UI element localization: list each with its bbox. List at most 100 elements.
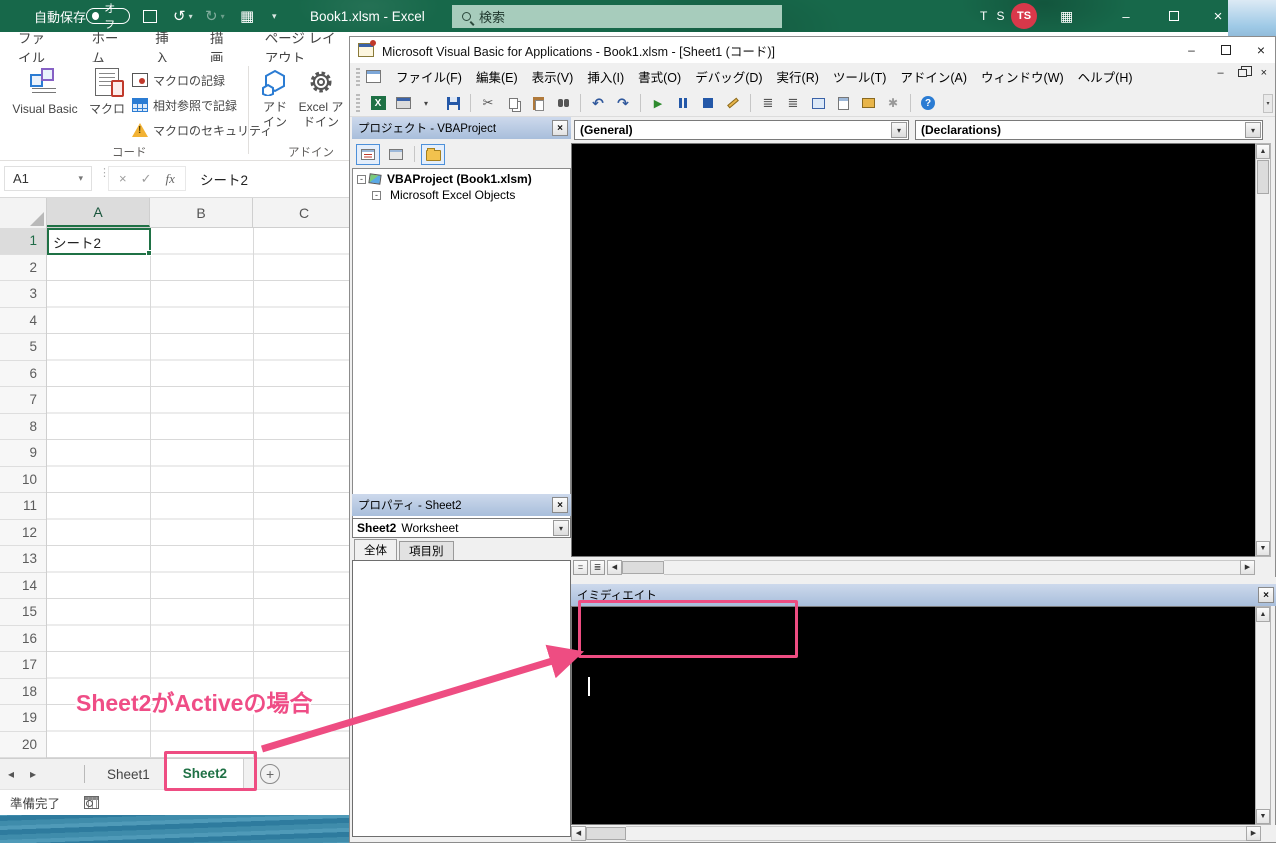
menu-挿入(I)[interactable]: 挿入(I)	[580, 64, 631, 89]
enter-icon[interactable]: ✓	[141, 171, 152, 187]
scroll-left-icon[interactable]: ◀	[571, 825, 586, 841]
scroll-thumb[interactable]	[586, 826, 626, 840]
row-header-4[interactable]: 4	[0, 308, 46, 334]
cancel-icon[interactable]: ×	[119, 171, 127, 186]
indent-icon[interactable]: ≣	[757, 93, 779, 114]
grid-cells[interactable]	[47, 228, 360, 758]
child-minimize-button[interactable]: –	[1217, 67, 1223, 79]
addins-button[interactable]: アド イン	[256, 68, 294, 130]
scroll-left-icon[interactable]: ◀	[607, 559, 622, 575]
row-header-13[interactable]: 13	[0, 546, 46, 573]
collapse-icon[interactable]: -	[372, 190, 381, 200]
scroll-thumb[interactable]	[1257, 160, 1269, 194]
code-window-icon[interactable]	[366, 70, 381, 83]
ribbon-tab-描画[interactable]: 描画	[192, 31, 247, 66]
immediate-window-header[interactable]: イミディエイト ×	[571, 584, 1276, 606]
scroll-up-icon[interactable]: ▲	[1256, 144, 1270, 159]
row-header-6[interactable]: 6	[0, 361, 46, 387]
immediate-window[interactable]	[571, 606, 1255, 825]
view-code-button[interactable]	[356, 143, 380, 165]
toolbar-options-button[interactable]: ▾	[1263, 94, 1273, 113]
ribbon-tab-ホーム[interactable]: ホーム	[73, 31, 137, 66]
scroll-down-icon[interactable]: ▼	[1256, 809, 1270, 824]
sheet-tab-Sheet1[interactable]: Sheet1	[91, 759, 166, 790]
tab-categorized[interactable]: 項目別	[399, 541, 454, 560]
menu-編集(E)[interactable]: 編集(E)	[469, 64, 525, 89]
code-editor[interactable]	[571, 143, 1255, 557]
reset-icon[interactable]	[697, 93, 719, 114]
insert-userform-icon[interactable]	[392, 93, 414, 114]
toolbar-grip[interactable]	[356, 94, 360, 112]
tree-item-VBAProject (Book1.xlsm)[interactable]: - VBAProject (Book1.xlsm)	[353, 171, 570, 187]
visual-basic-button[interactable]: Visual Basic	[8, 68, 82, 116]
vba-close-button[interactable]: ×	[1257, 42, 1265, 58]
help-icon[interactable]: ?	[917, 93, 939, 114]
chevron-down-icon[interactable]: ▾	[553, 520, 569, 536]
relative-references-button[interactable]: 相対参照で記録	[132, 95, 237, 115]
scroll-right-icon[interactable]: ▶	[1240, 559, 1255, 575]
procedure-view-button[interactable]: =	[573, 559, 588, 575]
macros-button[interactable]: マクロ	[86, 68, 128, 117]
ribbon-tab-ページ レイアウト[interactable]: ページ レイアウト	[247, 31, 360, 66]
select-all-corner[interactable]	[0, 198, 47, 228]
immediate-vertical-scrollbar[interactable]: ▲ ▼	[1255, 606, 1271, 825]
scroll-track[interactable]	[664, 559, 1240, 575]
search-box[interactable]: 検索	[452, 5, 782, 28]
maximize-button[interactable]	[1152, 0, 1196, 32]
tab-alphabetic[interactable]: 全体	[354, 539, 397, 560]
menu-書式(O)[interactable]: 書式(O)	[631, 64, 688, 89]
record-macro-button[interactable]: マクロの記録	[132, 70, 225, 90]
row-header-1[interactable]: 1	[0, 228, 46, 255]
avatar[interactable]: TS	[1011, 3, 1037, 29]
properties-object-selector[interactable]: Sheet2 Worksheet ▾	[352, 518, 571, 538]
properties-close-button[interactable]: ×	[552, 497, 568, 513]
code-vertical-scrollbar[interactable]: ▲ ▼	[1255, 143, 1271, 557]
save-button[interactable]	[143, 10, 157, 23]
row-header-10[interactable]: 10	[0, 467, 46, 493]
save-icon[interactable]	[442, 93, 464, 114]
child-close-button[interactable]: ×	[1261, 67, 1267, 79]
undo-icon[interactable]: ↶	[587, 93, 609, 114]
menu-ヘルプ(H)[interactable]: ヘルプ(H)	[1071, 64, 1140, 89]
project-close-button[interactable]: ×	[552, 120, 568, 136]
row-header-8[interactable]: 8	[0, 414, 46, 440]
macro-record-status-icon[interactable]	[84, 796, 100, 809]
quick-access-display-button[interactable]: ▦	[240, 0, 254, 32]
vba-minimize-button[interactable]: –	[1188, 43, 1195, 57]
scroll-track[interactable]	[626, 825, 1246, 841]
excel-addins-button[interactable]: Excel アドイン	[298, 68, 344, 130]
immediate-horizontal-scrollbar[interactable]: ◀ ▶	[571, 825, 1261, 841]
scroll-up-icon[interactable]: ▲	[1256, 607, 1270, 622]
child-restore-button[interactable]	[1237, 66, 1252, 77]
minimize-button[interactable]: –	[1104, 0, 1148, 32]
find-icon[interactable]	[552, 93, 574, 114]
properties-window-icon[interactable]	[832, 93, 854, 114]
row-header-7[interactable]: 7	[0, 387, 46, 414]
close-button[interactable]: ×	[1196, 0, 1240, 32]
redo-icon[interactable]: ↷	[612, 93, 634, 114]
full-module-view-button[interactable]: ≣	[590, 559, 605, 575]
row-header-18[interactable]: 18	[0, 679, 46, 705]
insert-function-icon[interactable]: fx	[166, 171, 175, 187]
paste-icon[interactable]	[527, 93, 549, 114]
row-header-3[interactable]: 3	[0, 281, 46, 308]
name-box[interactable]: A1 ▾	[4, 166, 92, 191]
excel-view-icon[interactable]: X	[367, 93, 389, 114]
procedure-dropdown[interactable]: (Declarations) ▾	[915, 120, 1263, 140]
copy-icon[interactable]	[502, 93, 524, 114]
vba-maximize-button[interactable]	[1220, 45, 1231, 55]
new-sheet-button[interactable]: +	[260, 764, 281, 784]
tools-icon[interactable]: ✱	[882, 93, 904, 114]
break-icon[interactable]	[672, 93, 694, 114]
code-horizontal-scrollbar[interactable]: ◀ ▶	[607, 559, 1255, 575]
row-header-17[interactable]: 17	[0, 652, 46, 679]
macro-security-button[interactable]: マクロのセキュリティ	[132, 120, 272, 140]
tree-item-Microsoft Excel Objects[interactable]: - Microsoft Excel Objects	[353, 187, 570, 203]
menu-デバッグ(D)[interactable]: デバッグ(D)	[688, 64, 769, 89]
formula-input[interactable]: シート2	[200, 166, 248, 191]
design-mode-icon[interactable]	[722, 93, 744, 114]
toolbox-icon[interactable]	[857, 93, 879, 114]
ribbon-tab-挿入[interactable]: 挿入	[137, 31, 192, 66]
prev-sheet-button[interactable]: ◂	[0, 767, 22, 781]
run-icon[interactable]: ▶	[647, 93, 669, 114]
